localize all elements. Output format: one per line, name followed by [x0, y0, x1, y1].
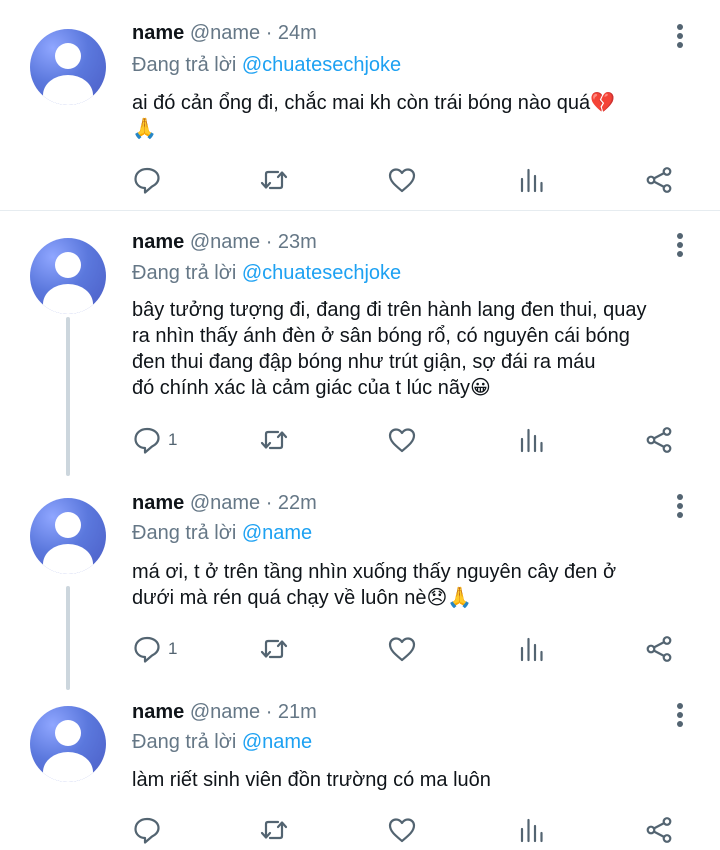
tweet-text-line: ai đó cản ổng đi, chắc mai kh còn trái b… — [132, 92, 615, 114]
tweet-text: làm riết sinh viên đồn trường có ma luôn — [132, 767, 702, 793]
reply-mention-link[interactable]: @name — [242, 522, 312, 544]
reply-mention-link[interactable]: @name — [242, 731, 312, 753]
reply-bubble-icon — [134, 636, 160, 663]
avatar[interactable] — [30, 706, 106, 782]
replying-to-label: Đang trả lời — [132, 522, 237, 544]
reply-button[interactable] — [132, 810, 168, 850]
like-button[interactable] — [387, 629, 417, 669]
action-bar — [0, 160, 720, 200]
reply-mention-link[interactable]: @chuatesechjoke — [242, 262, 401, 284]
timestamp[interactable]: · 21m — [266, 701, 317, 723]
tweet-text-line: má ơi, t ở trên tầng nhìn xuống thấy ngu… — [132, 561, 617, 583]
tweet-text-line: bây tưởng tượng đi, đang đi trên hành la… — [132, 299, 647, 321]
timestamp[interactable]: · 22m — [266, 492, 317, 514]
tweet[interactable]: name @name · 21m Đang trả lời @name làm … — [0, 686, 720, 850]
avatar[interactable] — [30, 238, 106, 314]
like-button[interactable] — [387, 420, 417, 460]
stats-bars-icon — [520, 818, 543, 843]
timestamp[interactable]: · 23m — [266, 231, 317, 253]
tweet-text: ai đó cản ổng đi, chắc mai kh còn trái b… — [132, 90, 702, 142]
retweet-icon — [260, 639, 288, 659]
avatar[interactable] — [30, 29, 106, 105]
heart-icon — [388, 818, 416, 843]
share-icon — [646, 167, 672, 193]
share-button[interactable] — [644, 629, 674, 669]
handle[interactable]: @name — [190, 492, 260, 514]
display-name[interactable]: name — [132, 701, 184, 723]
display-name[interactable]: name — [132, 492, 184, 514]
reply-count: 1 — [168, 430, 178, 449]
heart-icon — [388, 428, 416, 453]
handle[interactable]: @name — [190, 22, 260, 44]
more-vertical-icon[interactable] — [670, 231, 690, 259]
share-icon — [646, 427, 672, 453]
stats-button[interactable] — [517, 629, 547, 669]
share-icon — [646, 636, 672, 662]
tweet-text-line: đó chính xác là cảm giác của t lúc nãy😀 — [132, 377, 491, 399]
like-button[interactable] — [387, 810, 417, 850]
action-bar: 1 — [0, 629, 720, 669]
tweet-text-line: ra nhìn thấy ánh đèn ở sân bóng rổ, có n… — [132, 325, 630, 347]
tweet-text-line: 🙏 — [132, 118, 157, 140]
reply-bubble-icon — [134, 817, 160, 844]
replying-to-label: Đang trả lời — [132, 54, 237, 76]
stats-button[interactable] — [517, 810, 547, 850]
tweet[interactable]: name @name · 24m Đang trả lời @chuatesec… — [0, 0, 720, 210]
reply-bubble-icon — [134, 427, 160, 454]
avatar[interactable] — [30, 498, 106, 574]
reply-button[interactable] — [132, 160, 168, 200]
tweet[interactable]: name @name · 22m Đang trả lời @name má ơ… — [0, 476, 720, 690]
display-name[interactable]: name — [132, 22, 184, 44]
retweet-icon — [260, 430, 288, 450]
stats-bars-icon — [520, 168, 543, 193]
retweet-button[interactable] — [259, 629, 289, 669]
replying-to-label: Đang trả lời — [132, 262, 237, 284]
tweet-text-line: đen thui đang đập bóng như trút giận, sợ… — [132, 351, 596, 373]
retweet-icon — [260, 820, 288, 840]
share-button[interactable] — [644, 810, 674, 850]
handle[interactable]: @name — [190, 231, 260, 253]
reply-mention-link[interactable]: @chuatesechjoke — [242, 54, 401, 76]
retweet-button[interactable] — [259, 160, 289, 200]
retweet-button[interactable] — [259, 810, 289, 850]
stats-bars-icon — [520, 637, 543, 662]
retweet-button[interactable] — [259, 420, 289, 460]
tweet-text: bây tưởng tượng đi, đang đi trên hành la… — [132, 297, 702, 401]
stats-button[interactable] — [517, 420, 547, 460]
reply-button[interactable]: 1 — [132, 629, 177, 669]
tweet-text-line: làm riết sinh viên đồn trường có ma luôn — [132, 769, 491, 791]
share-icon — [646, 817, 672, 843]
display-name[interactable]: name — [132, 231, 184, 253]
share-button[interactable] — [644, 420, 674, 460]
tweet-text: má ơi, t ở trên tầng nhìn xuống thấy ngu… — [132, 559, 702, 611]
like-button[interactable] — [387, 160, 417, 200]
share-button[interactable] — [644, 160, 674, 200]
more-vertical-icon[interactable] — [670, 22, 690, 50]
handle[interactable]: @name — [190, 701, 260, 723]
retweet-icon — [260, 170, 288, 190]
more-vertical-icon[interactable] — [670, 492, 690, 520]
reply-count: 1 — [168, 639, 178, 658]
heart-icon — [388, 637, 416, 662]
heart-icon — [388, 168, 416, 193]
reply-bubble-icon — [134, 167, 160, 194]
tweet-text-line: dưới mà rén quá chạy về luôn nè😞🙏 — [132, 587, 473, 609]
replying-to-label: Đang trả lời — [132, 731, 237, 753]
reply-button[interactable]: 1 — [132, 420, 177, 460]
stats-button[interactable] — [517, 160, 547, 200]
more-vertical-icon[interactable] — [670, 701, 690, 729]
timestamp[interactable]: · 24m — [266, 22, 317, 44]
stats-bars-icon — [520, 428, 543, 453]
action-bar: 1 — [0, 420, 720, 460]
tweet[interactable]: name @name · 23m Đang trả lời @chuatesec… — [0, 211, 720, 476]
action-bar — [0, 810, 720, 850]
